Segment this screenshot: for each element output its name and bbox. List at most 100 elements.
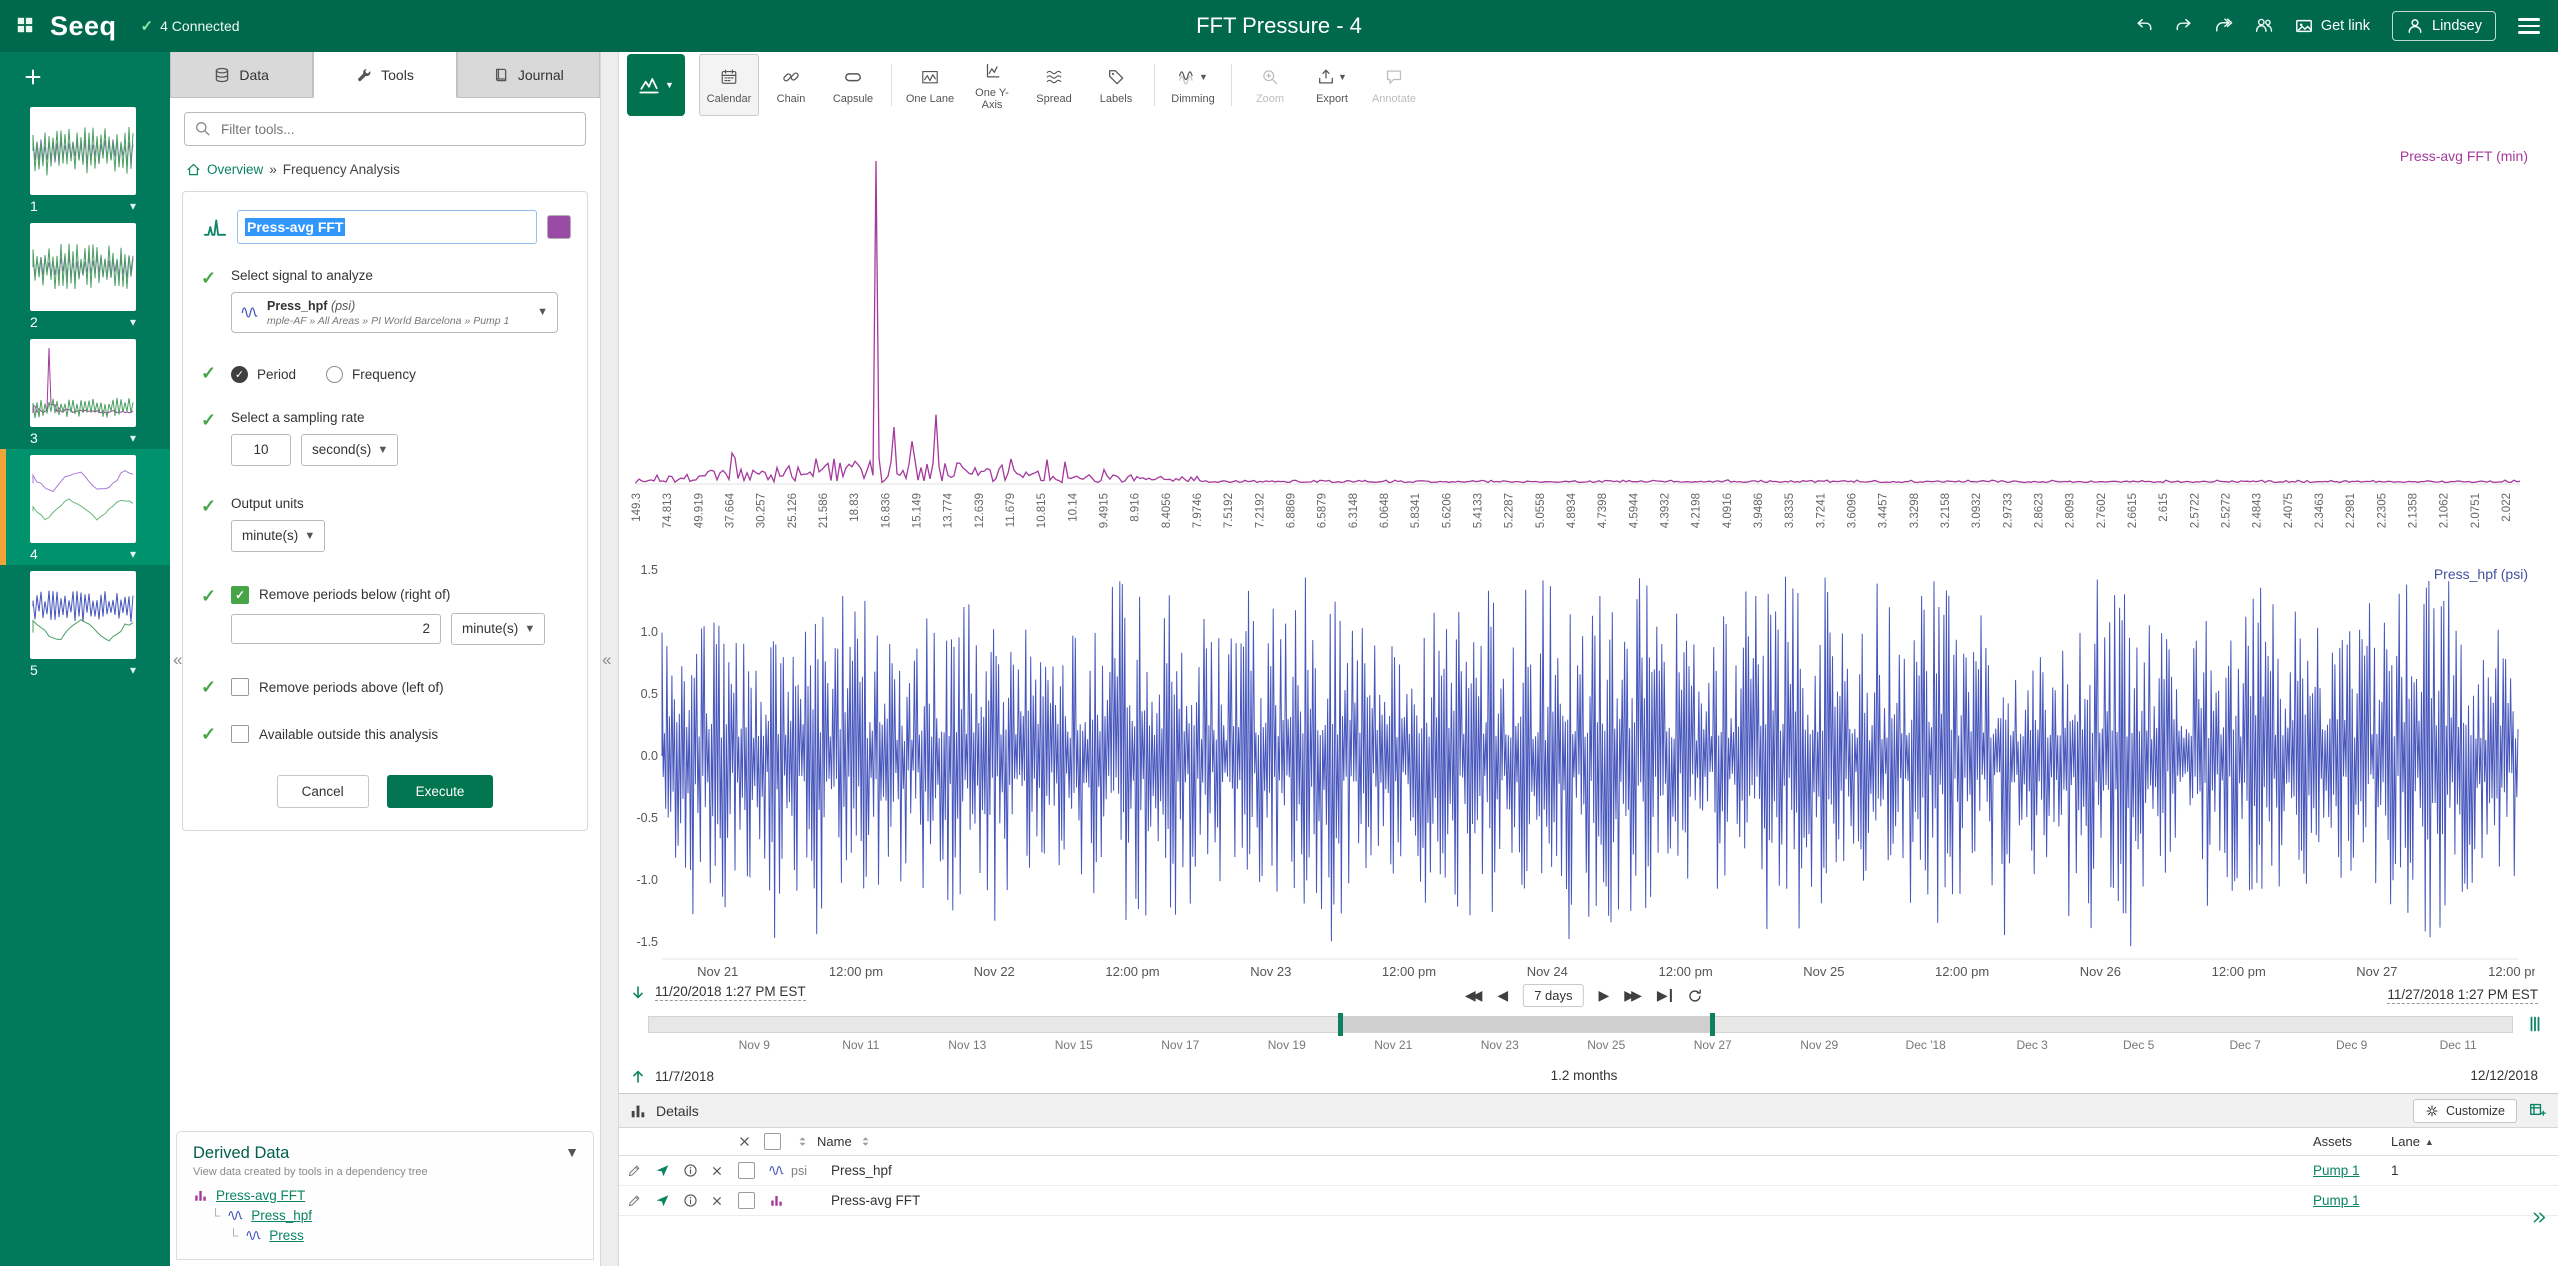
display-range-end[interactable]: 11/27/2018 1:27 PM EST (2387, 987, 2538, 1004)
worksheet-item-5[interactable]: 5▾ (0, 565, 170, 681)
frequency-radio[interactable]: Frequency (326, 366, 416, 383)
worksheet-menu-chevron[interactable]: ▾ (130, 663, 136, 677)
chain-button[interactable]: Chain (761, 54, 821, 116)
collapse-rail-handle[interactable]: « (173, 650, 182, 670)
worksheet-menu-chevron[interactable]: ▾ (130, 315, 136, 329)
remove-above-checkbox-row[interactable]: Remove periods above (left of) (231, 677, 571, 698)
execute-button[interactable]: Execute (387, 775, 494, 808)
worksheet-thumbnail[interactable] (30, 223, 136, 311)
app-launcher-button[interactable] (16, 16, 34, 37)
investigate-range-duration[interactable]: 1.2 months (1551, 1068, 1618, 1083)
seeq-logo[interactable]: Seeq (50, 11, 117, 42)
filter-tools-input[interactable] (184, 112, 586, 146)
sampling-rate-input[interactable]: 10 (231, 434, 291, 466)
step-back-button[interactable]: ◀ (1497, 987, 1508, 1004)
timeline-grip-icon[interactable] (2525, 1014, 2545, 1034)
item-select-checkbox[interactable] (738, 1192, 755, 1209)
step-back-much-button[interactable]: ◀◀ (1465, 987, 1483, 1004)
datasource-status[interactable]: ✓ 4 Connected (141, 17, 240, 35)
color-swatch-button[interactable] (547, 215, 571, 239)
investigate-range-start[interactable]: 11/7/2018 (655, 1069, 714, 1084)
get-link-button[interactable]: Get link (2295, 17, 2370, 35)
investigate-range-end[interactable]: 12/12/2018 (2470, 1068, 2538, 1083)
remove-item-icon[interactable] (711, 1195, 723, 1207)
output-units-dropdown[interactable]: minute(s) ▼ (231, 520, 325, 552)
timeline-right-handle[interactable] (1710, 1013, 1715, 1036)
item-name[interactable]: Press_hpf (831, 1163, 2313, 1178)
period-radio[interactable]: ✓ Period (231, 366, 296, 383)
checked-checkbox-icon[interactable]: ✓ (231, 586, 249, 604)
user-menu-button[interactable]: Lindsey (2392, 11, 2496, 41)
display-range-start[interactable]: 11/20/2018 1:27 PM EST (655, 984, 806, 1001)
add-column-icon[interactable] (2529, 1102, 2546, 1119)
unchecked-checkbox-icon[interactable] (231, 725, 249, 743)
redo-button[interactable] (2175, 16, 2193, 37)
remove-below-input[interactable]: 2 (231, 614, 441, 644)
forward-button[interactable] (2215, 16, 2233, 37)
unchecked-checkbox-icon[interactable] (231, 678, 249, 696)
undo-button[interactable] (2135, 16, 2153, 37)
remove-below-unit-dropdown[interactable]: minute(s) ▼ (451, 613, 545, 645)
export-button[interactable]: ▼ Export (1302, 54, 1362, 116)
worksheet-item-1[interactable]: 1▾ (0, 101, 170, 217)
more-columns-icon[interactable] (2531, 1209, 2548, 1226)
tab-data[interactable]: Data (170, 52, 313, 98)
worksheet-menu-chevron[interactable]: ▾ (130, 431, 136, 445)
fft-chart[interactable]: 149.374.81349.91937.66430.25725.12621.58… (630, 152, 2535, 592)
navigate-item-icon[interactable] (655, 1163, 670, 1178)
assets-column-header[interactable]: Assets (2313, 1134, 2391, 1149)
worksheet-thumbnail[interactable] (30, 455, 136, 543)
navigate-item-icon[interactable] (655, 1193, 670, 1208)
name-column-header[interactable]: Name (817, 1134, 852, 1149)
signal-chart[interactable]: 1.51.00.50.0-0.5-1.0-1.5Nov 2112:00 pmNo… (630, 550, 2535, 982)
worksheet-item-2[interactable]: 2▾ (0, 217, 170, 333)
sort-icon[interactable] (796, 1135, 809, 1148)
worksheet-menu-chevron[interactable]: ▾ (130, 199, 136, 213)
dimming-button[interactable]: ▼ Dimming (1163, 54, 1223, 116)
item-select-checkbox[interactable] (738, 1162, 755, 1179)
collapse-tools-handle[interactable]: « (602, 650, 611, 670)
labels-button[interactable]: Labels (1086, 54, 1146, 116)
item-info-icon[interactable] (683, 1163, 698, 1178)
worksheet-thumbnail[interactable] (30, 571, 136, 659)
remove-item-icon[interactable] (711, 1165, 723, 1177)
remove-below-checkbox-row[interactable]: ✓ Remove periods below (right of) (231, 586, 571, 604)
asset-link[interactable]: Pump 1 (2313, 1163, 2360, 1178)
timeline-track[interactable] (648, 1016, 2513, 1033)
new-worksheet-button[interactable] (18, 65, 48, 93)
derived-item-link[interactable]: Press_hpf (251, 1208, 312, 1223)
one-lane-button[interactable]: One Lane (900, 54, 960, 116)
select-all-checkbox[interactable] (764, 1133, 781, 1150)
capsule-button[interactable]: Capsule (823, 54, 883, 116)
derived-item-link[interactable]: Press-avg FFT (216, 1188, 305, 1203)
sampling-unit-dropdown[interactable]: second(s) ▼ (301, 434, 398, 466)
hamburger-menu-button[interactable] (2518, 18, 2540, 34)
tab-tools[interactable]: Tools (313, 52, 456, 98)
worksheet-thumbnail[interactable] (30, 107, 136, 195)
tab-journal[interactable]: Journal (457, 52, 600, 98)
worksheet-thumbnail[interactable] (30, 339, 136, 427)
derived-item-link[interactable]: Press (269, 1228, 304, 1243)
lane-column-header[interactable]: Lane (2391, 1134, 2420, 1149)
customize-button[interactable]: Customize (2413, 1099, 2517, 1123)
collapse-chevron-icon[interactable]: ▼ (565, 1144, 579, 1160)
remove-all-icon[interactable] (738, 1135, 751, 1148)
breadcrumb-overview-link[interactable]: Overview (207, 162, 263, 177)
asset-link[interactable]: Pump 1 (2313, 1193, 2360, 1208)
cancel-button[interactable]: Cancel (277, 775, 369, 808)
sort-icon[interactable] (859, 1135, 872, 1148)
one-y-axis-button[interactable]: One Y-Axis (962, 54, 1022, 116)
item-name[interactable]: Press-avg FFT (831, 1193, 2313, 1208)
step-forward-button[interactable]: ▶ (1599, 987, 1610, 1004)
auto-update-button[interactable] (1687, 988, 1703, 1004)
timeline-selection[interactable] (1340, 1017, 1713, 1032)
display-mode-dropdown[interactable]: ▼ (627, 54, 685, 116)
edit-item-icon[interactable] (627, 1193, 642, 1208)
worksheet-menu-chevron[interactable]: ▾ (130, 547, 136, 561)
edit-item-icon[interactable] (627, 1163, 642, 1178)
result-name-input[interactable]: Press-avg FFT (237, 210, 537, 244)
collaborators-button[interactable] (2255, 16, 2273, 37)
home-icon[interactable] (186, 162, 201, 177)
step-forward-much-button[interactable]: ▶▶ (1624, 987, 1642, 1004)
range-duration-button[interactable]: 7 days (1523, 984, 1583, 1007)
